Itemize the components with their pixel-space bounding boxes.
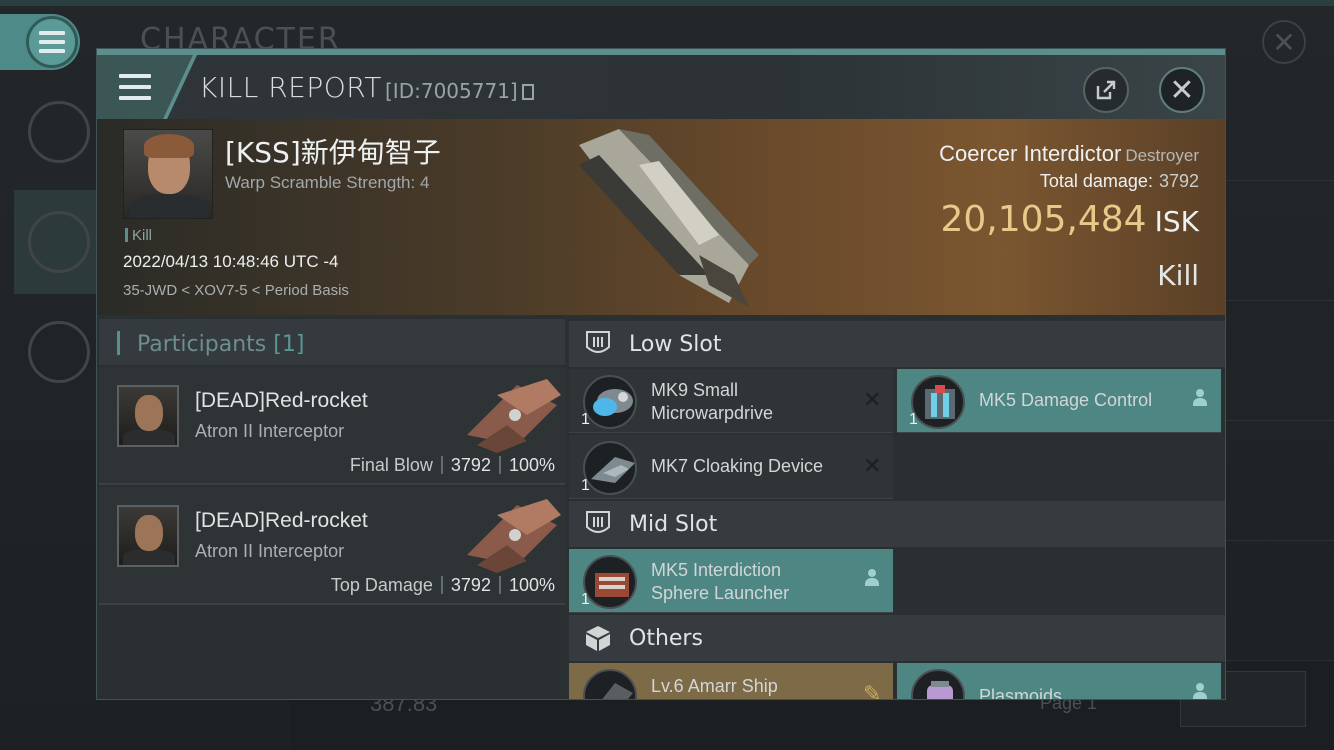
slot-item[interactable]: Lv.6 Amarr Ship ✎ — [569, 663, 893, 700]
modal-title: KILL REPORT — [199, 71, 382, 104]
box-icon — [586, 626, 610, 651]
slot-name: Lv.6 Amarr Ship — [651, 676, 778, 696]
participants-panel: Participants [1] [DEAD]Red-rocket Atron … — [99, 317, 565, 699]
low-slot-header: Low Slot — [569, 321, 1225, 367]
damage-control-icon — [911, 375, 965, 429]
kill-datetime: 2022/04/13 10:48:46 UTC -4 — [123, 252, 339, 271]
sidebar-star-icon[interactable] — [14, 300, 104, 404]
background-sidebar — [10, 80, 104, 680]
participant-role: Top Damage — [330, 575, 433, 595]
slot-name: MK7 Cloaking Device — [651, 456, 824, 476]
shield-slot-icon — [586, 331, 610, 353]
total-damage: Total damage: 3792 — [1040, 171, 1199, 192]
kill-id: [ID:7005771] — [385, 79, 534, 103]
participant-avatar[interactable] — [117, 505, 179, 567]
destroyed-icon: ✕ — [863, 387, 882, 412]
participant-avatar[interactable] — [117, 385, 179, 447]
others-title: Others — [629, 626, 703, 651]
kill-result: Kill — [1157, 259, 1199, 292]
microwarpdrive-icon — [583, 375, 637, 429]
participant-ship: Atron II Interceptor — [195, 541, 345, 561]
mid-slot-title: Mid Slot — [629, 512, 718, 537]
participant-row[interactable]: [DEAD]Red-rocket Atron II Interceptor To… — [99, 487, 565, 605]
slot-item[interactable]: 1 MK9 Small Microwarpdrive ✕ — [569, 369, 893, 433]
sidebar-list-icon[interactable] — [14, 80, 104, 184]
ship-skin-icon — [583, 669, 637, 699]
victim-subtitle: Warp Scramble Strength: 4 — [225, 173, 430, 192]
victim-ship[interactable]: Coercer Interdictor Destroyer — [939, 141, 1199, 167]
menu-icon — [119, 74, 151, 100]
victim-banner: [KSS]新伊甸智子 Warp Scramble Strength: 4 Kil… — [97, 119, 1225, 315]
destroyed-icon: ✕ — [863, 453, 882, 478]
sphere-launcher-icon — [583, 555, 637, 609]
background-topbar — [0, 0, 1334, 6]
participant-name: [DEAD]Red-rocket — [195, 389, 368, 412]
slot-name: MK9 Small Microwarpdrive — [651, 380, 774, 423]
participants-header: Participants [1] — [99, 319, 565, 365]
person-icon — [1191, 683, 1209, 699]
participant-percent: 100% — [508, 455, 555, 475]
mid-slot-header: Mid Slot — [569, 501, 1225, 547]
close-button[interactable]: ✕ — [1159, 67, 1205, 113]
person-icon — [1191, 389, 1209, 411]
participant-stats: Final Blow 3792 100% — [350, 455, 555, 476]
share-button[interactable] — [1083, 67, 1129, 113]
victim-name[interactable]: [KSS]新伊甸智子 — [225, 131, 441, 171]
victim-ship-image[interactable] — [559, 125, 769, 309]
total-damage-value: 3792 — [1158, 171, 1199, 191]
kill-location[interactable]: 35-JWD < XOV7-5 < Period Basis — [123, 282, 349, 299]
kill-tag: Kill — [125, 227, 152, 244]
isk-value: 20,105,484 ISK — [940, 199, 1199, 240]
slot-item[interactable]: 1 MK7 Cloaking Device ✕ — [569, 435, 893, 499]
copy-icon[interactable] — [521, 84, 534, 100]
person-icon — [863, 569, 881, 591]
participant-damage: 3792 — [450, 455, 491, 475]
share-icon — [1096, 80, 1116, 100]
victim-ship-class: Destroyer — [1125, 146, 1199, 165]
participant-ship-image — [467, 379, 561, 453]
slot-item[interactable]: Plasmoids — [897, 663, 1221, 700]
participant-name: [DEAD]Red-rocket — [195, 509, 368, 532]
background-close-icon[interactable]: ✕ — [1262, 20, 1306, 64]
others-header: Others — [569, 615, 1225, 661]
cloaking-device-icon — [583, 441, 637, 495]
participant-percent: 100% — [508, 575, 555, 595]
isk-amount: 20,105,484 — [940, 199, 1147, 240]
modal-header: KILL REPORT [ID:7005771] ✕ — [97, 55, 1225, 119]
menu-icon — [26, 16, 78, 68]
plasmoids-icon — [911, 669, 965, 699]
slot-qty: 1 — [581, 477, 590, 494]
participants-count: [1] — [273, 332, 305, 357]
victim-avatar[interactable] — [123, 129, 213, 219]
wrench-icon: ✎ — [863, 681, 882, 700]
participant-row[interactable]: [DEAD]Red-rocket Atron II Interceptor Fi… — [99, 367, 565, 485]
participant-stats: Top Damage 3792 100% — [331, 575, 555, 596]
participant-ship: Atron II Interceptor — [195, 421, 345, 441]
background-menu-button[interactable] — [0, 14, 80, 70]
kill-report-modal: KILL REPORT [ID:7005771] ✕ [KSS]新伊甸智子 Wa… — [96, 48, 1226, 700]
slot-qty: 1 — [909, 411, 918, 428]
close-icon: ✕ — [1169, 73, 1195, 107]
low-slot-title: Low Slot — [629, 332, 722, 357]
slot-name: MK5 Interdiction Sphere Launcher — [651, 560, 790, 603]
slot-qty: 1 — [581, 591, 590, 608]
participant-ship-image — [467, 499, 561, 573]
slot-name: Plasmoids — [979, 686, 1063, 700]
slot-item[interactable]: 1 MK5 Damage Control — [897, 369, 1221, 433]
slot-item[interactable]: 1 MK5 Interdiction Sphere Launcher — [569, 549, 893, 613]
isk-unit: ISK — [1154, 205, 1199, 238]
participants-title: Participants [1] — [117, 331, 304, 357]
victim-ship-name: Coercer Interdictor — [939, 141, 1122, 166]
sidebar-combat-icon[interactable] — [14, 190, 104, 294]
shield-slot-icon — [586, 511, 610, 533]
kill-id-label: [ID:7005771] — [385, 79, 518, 103]
participant-role: Final Blow — [349, 455, 433, 475]
fitting-panel: Low Slot 1 MK9 Small Microwarpdrive ✕ 1 M… — [569, 317, 1225, 700]
slot-name: MK5 Damage Control — [979, 390, 1153, 410]
slot-qty: 1 — [581, 411, 590, 428]
participant-damage: 3792 — [450, 575, 491, 595]
total-damage-label: Total damage: — [1039, 171, 1153, 191]
